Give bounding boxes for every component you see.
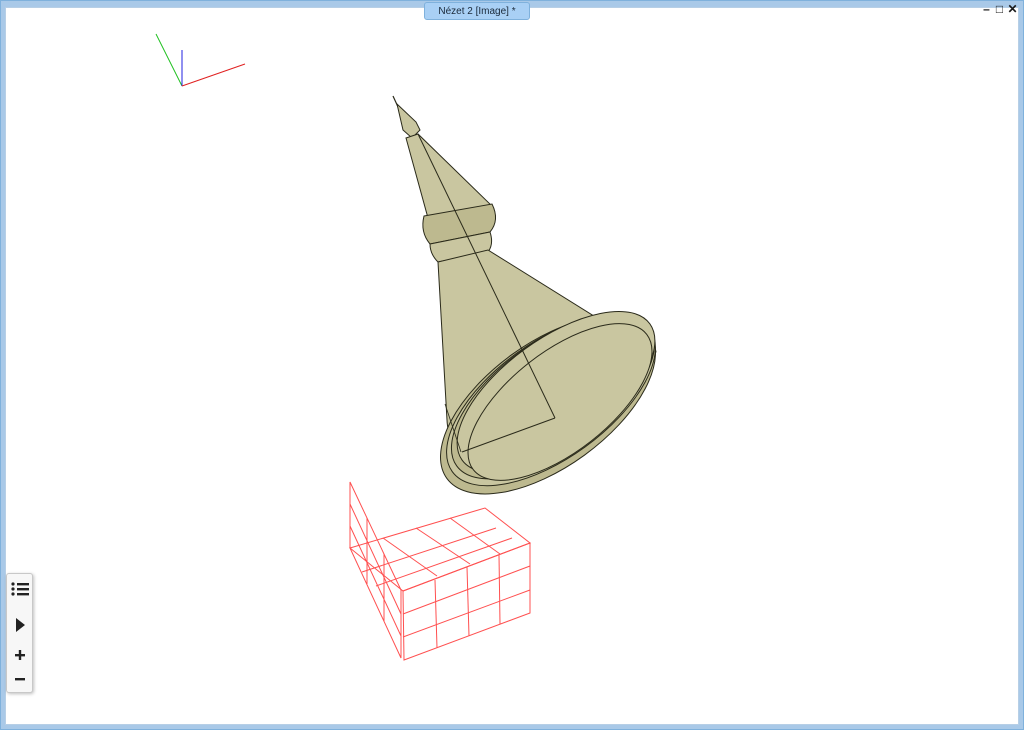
zoom-out-button[interactable] xyxy=(7,666,32,692)
workplane-grid xyxy=(348,481,532,661)
trophy-model[interactable] xyxy=(392,95,686,529)
axis-y-line xyxy=(155,33,183,87)
view-toolbar xyxy=(6,573,33,693)
play-icon xyxy=(15,618,25,632)
list-menu-button[interactable] xyxy=(7,576,32,602)
zoom-out-icon xyxy=(14,678,25,681)
play-button[interactable] xyxy=(7,612,32,638)
zoom-in-icon xyxy=(14,650,25,660)
axis-triad xyxy=(155,33,246,87)
zoom-in-button[interactable] xyxy=(7,642,32,668)
axis-x-line xyxy=(181,63,246,87)
3d-scene[interactable] xyxy=(0,0,1024,730)
list-menu-icon xyxy=(10,582,29,596)
